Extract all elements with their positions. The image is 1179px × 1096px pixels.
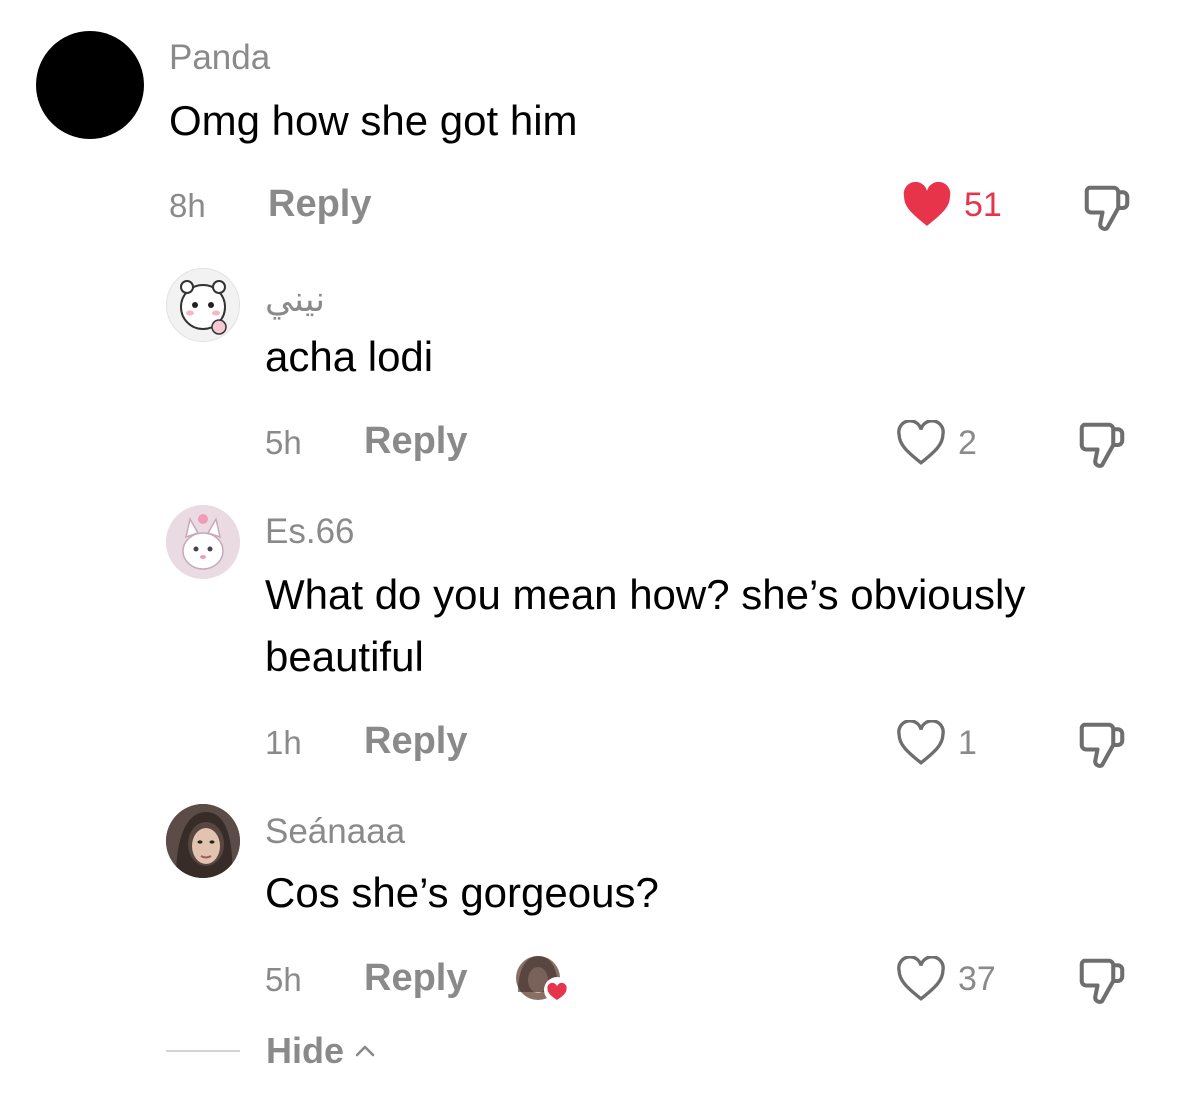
reply-button[interactable]: Reply <box>364 420 467 463</box>
comment-time: 1h <box>265 724 302 761</box>
reply-button[interactable]: Reply <box>268 183 371 226</box>
avatar[interactable] <box>36 31 144 139</box>
like-count: 37 <box>958 959 996 998</box>
avatar[interactable] <box>166 505 240 579</box>
thumbs-down-icon[interactable] <box>1080 180 1134 236</box>
avatar[interactable] <box>166 804 240 878</box>
reply-button[interactable]: Reply <box>364 957 467 1000</box>
comment-text: Omg how she got him <box>169 97 578 144</box>
comment-username[interactable]: Es.66 <box>265 512 355 552</box>
avatar[interactable] <box>166 268 240 342</box>
thumbs-down-icon[interactable] <box>1075 717 1129 773</box>
comment-time: 8h <box>169 187 206 224</box>
comment-username[interactable]: Seánaaa <box>265 812 405 852</box>
reply-button[interactable]: Reply <box>364 720 467 763</box>
comment-time: 5h <box>265 961 302 998</box>
like-count: 2 <box>958 423 977 462</box>
like-button[interactable]: 1 <box>896 720 977 766</box>
thumbs-down-icon[interactable] <box>1075 417 1129 473</box>
comment-username[interactable]: Panda <box>169 38 270 78</box>
heart-outline-icon <box>897 720 945 765</box>
like-count: 1 <box>958 723 977 762</box>
thumbs-down-icon[interactable] <box>1075 953 1129 1009</box>
hide-replies-button[interactable]: Hide <box>166 1030 378 1072</box>
creator-liked-badge <box>514 952 572 1010</box>
comment-time: 5h <box>265 424 302 461</box>
like-count: 51 <box>964 185 1002 224</box>
like-button[interactable]: 51 <box>902 182 1002 228</box>
comment-username[interactable]: نيني <box>265 280 325 320</box>
heart-outline-icon <box>897 956 945 1001</box>
heart-filled-icon <box>903 182 951 226</box>
like-button[interactable]: 2 <box>896 420 977 466</box>
comment-text: Cos she’s gorgeous? <box>265 869 659 916</box>
comment-text-line: beautiful <box>265 633 424 680</box>
comment-text: acha lodi <box>265 333 434 380</box>
chevron-up-icon <box>355 1045 375 1057</box>
hide-label: Hide <box>266 1030 345 1071</box>
like-button[interactable]: 37 <box>896 956 996 1002</box>
divider-line <box>166 1050 240 1052</box>
heart-outline-icon <box>897 420 945 465</box>
comment-text-line: What do you mean how? she’s obviously <box>265 571 1026 618</box>
